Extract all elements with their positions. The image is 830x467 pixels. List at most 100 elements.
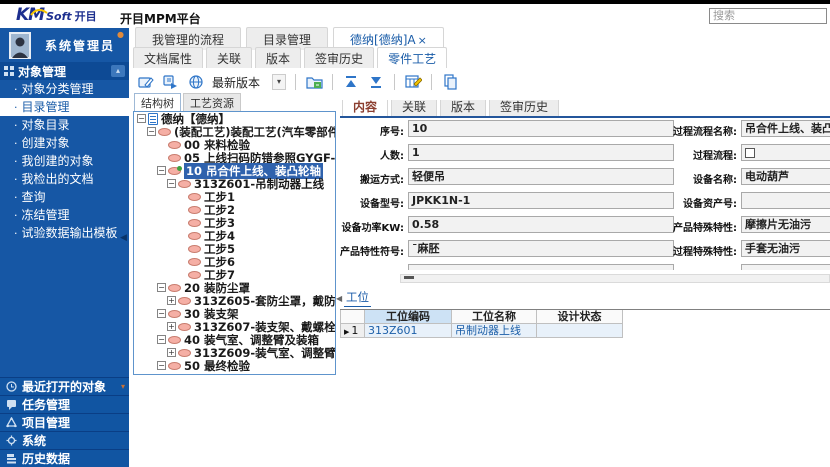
sidebar-item-system[interactable]: 系统 (0, 431, 129, 449)
field-label-equipment-power: 设备功率KW: (340, 219, 404, 234)
sidebar-collapse-icon[interactable]: ◀ (120, 233, 127, 243)
tab-process-resources[interactable]: 工艺资源 (183, 93, 241, 111)
handling-method-field[interactable]: 轻便吊 (408, 168, 674, 185)
pin-icon[interactable]: ● (117, 30, 124, 39)
process-special-characteristic-field[interactable]: 手套无油污 (741, 240, 830, 257)
bottom-item-label: 项目管理 (22, 414, 70, 431)
bullet-icon: · (14, 209, 18, 222)
tree-node-label: 322Z313 (194, 372, 250, 376)
collapse-node-icon[interactable]: − (157, 166, 166, 175)
process-flow-name-field[interactable]: 吊合件上线、装凸轮轴 (741, 120, 830, 137)
column-header-design-status[interactable]: 设计状态 (537, 310, 623, 324)
tab-detail-relations[interactable]: 关联 (391, 100, 437, 116)
bottom-item-label: 历史数据 (22, 450, 70, 467)
section-collapse-icon[interactable]: ▴ (111, 65, 125, 77)
tab-relations[interactable]: 关联 (206, 47, 252, 68)
import-folder-icon[interactable] (305, 73, 323, 91)
equipment-asset-no-field[interactable] (741, 192, 830, 209)
copy-document-icon[interactable] (441, 73, 459, 91)
sidebar-item-project-management[interactable]: 项目管理 (0, 413, 129, 431)
assembly-icon (188, 258, 201, 266)
design-status-cell[interactable] (537, 324, 623, 338)
sidebar-item-create-object[interactable]: ·创建对象 (0, 134, 129, 152)
process-flow-field[interactable] (741, 144, 830, 161)
row-selector-cell[interactable]: ▶1 (340, 324, 365, 338)
expand-node-icon[interactable]: + (167, 296, 176, 305)
scroll-to-top-icon[interactable] (342, 73, 360, 91)
sidebar-section-object-management[interactable]: 对象管理 ▴ (0, 62, 129, 80)
clipped-field[interactable] (408, 264, 674, 270)
sidebar-item-query[interactable]: ·查询 (0, 188, 129, 206)
tree-node-op50[interactable]: −50 最终检验 (134, 359, 335, 372)
station-table-row[interactable]: ▶1 313Z601 吊制动器上线 (340, 324, 830, 338)
equipment-model-field[interactable]: JPKK1N-1 (408, 192, 674, 209)
toolbar-separator (332, 74, 333, 90)
scroll-to-bottom-icon[interactable] (367, 73, 385, 91)
tab-label: 德纳[德纳]A (350, 33, 416, 47)
tab-structure-tree[interactable]: 结构树 (134, 93, 181, 111)
assembly-icon (188, 206, 201, 214)
chevron-down-icon[interactable]: ▾ (272, 74, 286, 90)
edit-document-icon[interactable] (137, 73, 155, 91)
expand-node-icon[interactable]: + (167, 374, 176, 375)
recent-dropdown-icon[interactable]: ▾ (121, 382, 125, 391)
expand-node-icon[interactable]: + (167, 322, 176, 331)
tab-document-properties[interactable]: 文档属性 (133, 47, 203, 68)
tab-content[interactable]: 内容 (342, 100, 388, 116)
station-tab[interactable]: 工位 (344, 289, 371, 307)
collapse-node-icon[interactable]: − (157, 283, 166, 292)
station-code-cell[interactable]: 313Z601 (365, 324, 452, 338)
clipped-field[interactable] (741, 264, 830, 270)
sidebar-item-my-created-objects[interactable]: ·我创建的对象 (0, 152, 129, 170)
sidebar-item-history-data[interactable]: 历史数据 (0, 449, 129, 467)
seq-number-field[interactable]: 10 (408, 120, 674, 137)
equipment-name-field[interactable]: 电动葫芦 (741, 168, 830, 185)
tab-part-process[interactable]: 零件工艺 (377, 47, 447, 68)
collapse-node-icon[interactable]: − (157, 309, 166, 318)
station-section: 工位 工位编码 工位名称 设计状态 ▶1 313Z601 吊制动器上线 (340, 289, 830, 338)
collapse-node-icon[interactable]: − (147, 127, 156, 136)
assembly-icon (188, 271, 201, 279)
product-special-characteristic-field[interactable]: 摩擦片无油污 (741, 216, 830, 233)
collapse-node-icon[interactable]: − (137, 114, 146, 123)
scrollbar-thumb[interactable] (404, 276, 414, 279)
sidebar-item-object-catalog[interactable]: ·对象目录 (0, 116, 129, 134)
search-input[interactable] (709, 8, 827, 24)
close-icon[interactable]: × (418, 34, 427, 47)
globe-icon[interactable] (187, 73, 205, 91)
assembly-icon (188, 232, 201, 240)
sidebar-item-catalog-management[interactable]: ·目录管理 (0, 98, 129, 116)
sidebar-item-freeze-management[interactable]: ·冻结管理 (0, 206, 129, 224)
edit-table-icon[interactable] (404, 73, 422, 91)
form-horizontal-scrollbar[interactable] (400, 274, 830, 283)
collapse-node-icon[interactable]: − (157, 335, 166, 344)
process-toolbar: 最新版本 ▾ (129, 68, 830, 96)
expand-node-icon[interactable]: + (167, 348, 176, 357)
column-header-station-name[interactable]: 工位名称 (452, 310, 537, 324)
version-select[interactable]: 最新版本 ▾ (212, 74, 286, 91)
tab-detail-approval-history[interactable]: 签审历史 (489, 100, 559, 116)
sidebar-item-test-data-template[interactable]: ·试验数据输出模板 (0, 224, 129, 242)
tab-approval-history[interactable]: 签审历史 (304, 47, 374, 68)
station-name-cell[interactable]: 吊制动器上线 (452, 324, 537, 338)
product-characteristic-symbol-field[interactable]: ˉ麻胚 (408, 240, 674, 257)
equipment-power-field[interactable]: 0.58 (408, 216, 674, 233)
checkbox-unchecked-icon[interactable] (745, 148, 755, 158)
logo-soft-text: Soft (46, 10, 72, 23)
expander-placeholder (177, 205, 186, 214)
collapse-node-icon[interactable]: − (167, 179, 176, 188)
sidebar-item-my-checked-out-docs[interactable]: ·我检出的文档 (0, 170, 129, 188)
people-count-field[interactable]: 1 (408, 144, 674, 161)
tree-node-322z313[interactable]: +322Z313 (134, 372, 335, 375)
sidebar-item-task-management[interactable]: 任务管理 (0, 395, 129, 413)
tab-versions[interactable]: 版本 (255, 47, 301, 68)
collapse-node-icon[interactable]: − (157, 361, 166, 370)
sidebar-item-object-classification[interactable]: ·对象分类管理 (0, 80, 129, 98)
field-label-seq: 序号: (340, 123, 404, 138)
tab-detail-versions[interactable]: 版本 (440, 100, 486, 116)
mpm-application-window: KM Soft 开目 开目MPM平台 ● 系统管理员 对象管理 ▴ (0, 0, 830, 467)
sidebar-item-recent-objects[interactable]: 最近打开的对象 ▾ (0, 377, 129, 395)
column-header-station-code[interactable]: 工位编码 (365, 310, 452, 324)
bullet-icon: · (14, 83, 18, 96)
export-database-icon[interactable] (162, 73, 180, 91)
